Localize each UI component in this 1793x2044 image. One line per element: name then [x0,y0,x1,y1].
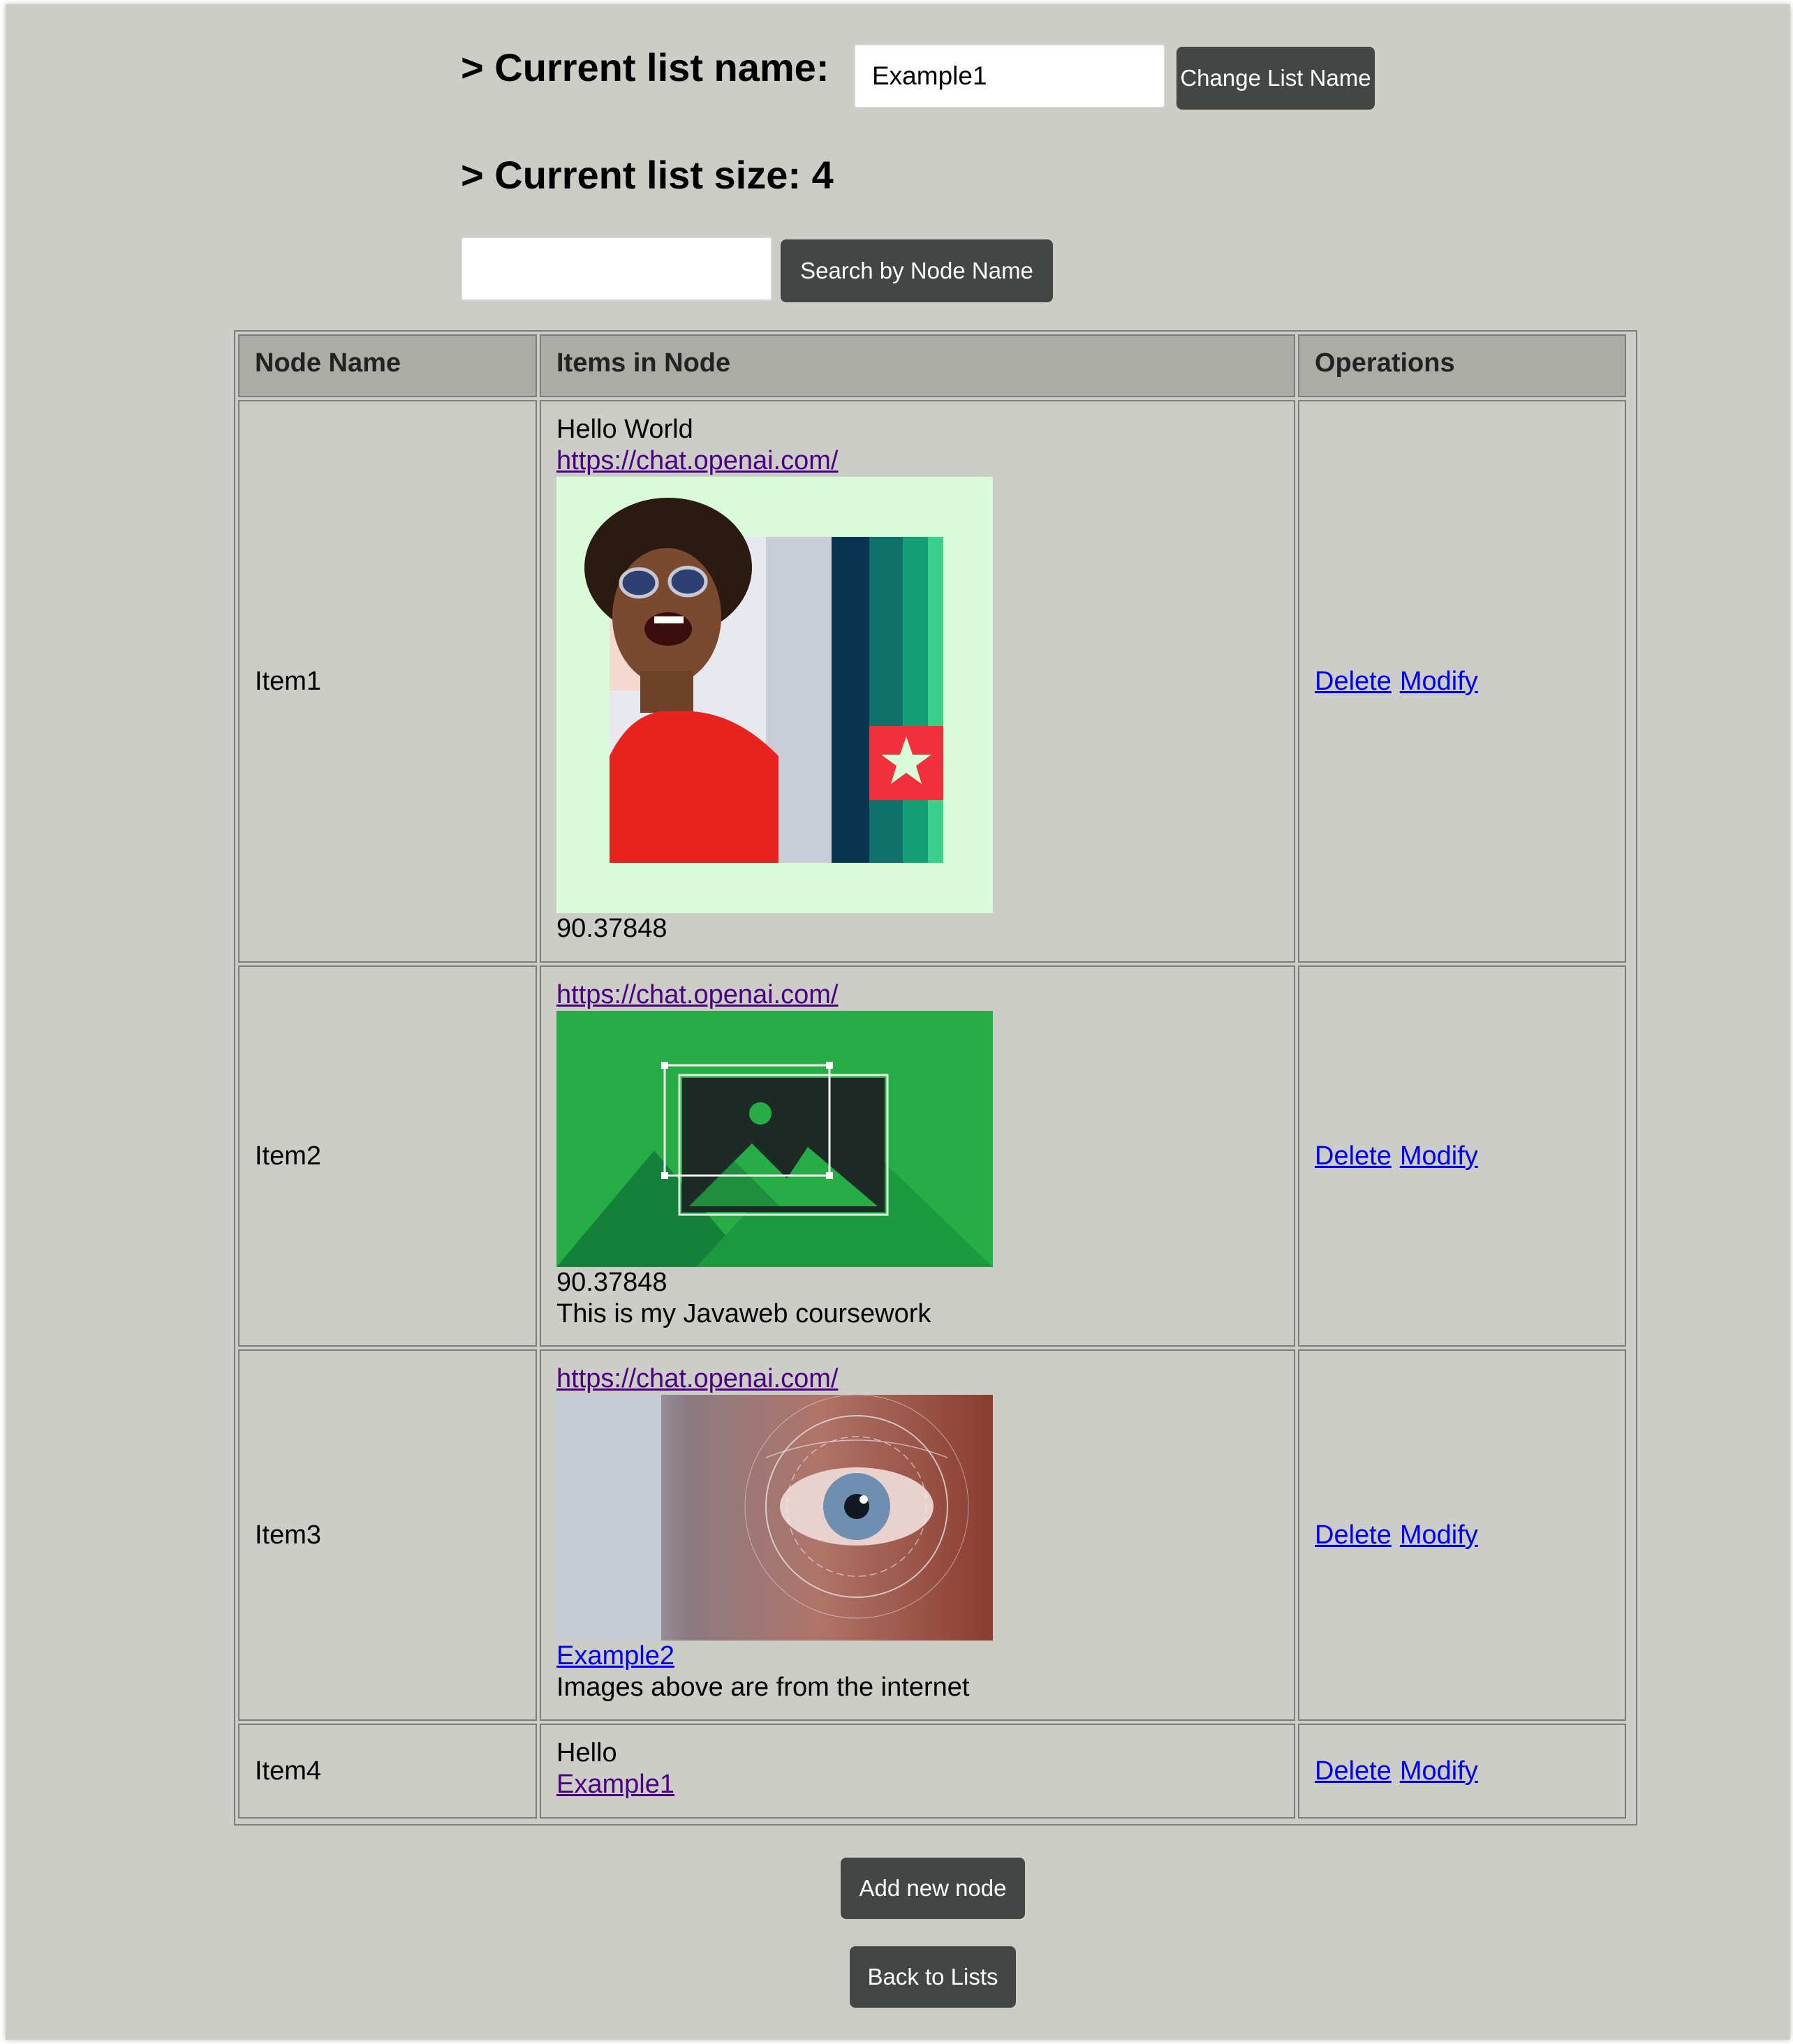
delete-link[interactable]: Delete [1315,1141,1392,1171]
add-new-node-button[interactable]: Add new node [841,1858,1025,1919]
item-link[interactable]: https://chat.openai.com/ [556,979,1294,1011]
item-text: This is my Javaweb coursework [556,1299,931,1328]
node-table: Node Name Items in Node Operations Item1… [234,330,1637,1825]
item-link[interactable]: Example2 [556,1641,1294,1672]
column-header-node-name: Node Name [238,334,537,397]
column-header-items: Items in Node [540,334,1295,397]
table-row-node-name: Item1 [238,400,537,963]
portrait-banner-image [556,477,993,913]
item-text: Hello World [556,415,693,444]
table-row-items: Hello Example1 [540,1724,1295,1819]
table-row-operations: Delete Modify [1298,1349,1626,1721]
delete-link[interactable]: Delete [1315,1756,1392,1786]
delete-link[interactable]: Delete [1315,667,1392,697]
table-row-node-name: Item4 [238,1724,537,1819]
list-size-label: > Current list size: 4 [461,153,834,197]
item-text: 90.37848 [556,914,667,943]
search-by-node-name-button[interactable]: Search by Node Name [781,239,1053,302]
table-row-operations: Delete Modify [1298,1724,1626,1819]
back-to-lists-button[interactable]: Back to Lists [850,1946,1016,2008]
item-link[interactable]: https://chat.openai.com/ [556,445,1294,477]
modify-link[interactable]: Modify [1400,1141,1478,1171]
table-row-items: Hello World https://chat.openai.com/ 90.… [540,400,1295,963]
page: > Current list name: Change List Name > … [6,4,1790,2040]
modify-link[interactable]: Modify [1400,1520,1478,1550]
eye-scan-image [556,1395,993,1641]
item-link[interactable]: https://chat.openai.com/ [556,1363,1294,1395]
table-row-items: https://chat.openai.com/ 90.37848 This i… [540,965,1295,1347]
item-text: Hello [556,1738,617,1768]
table-row-items: https://chat.openai.com/ Example2 Images… [540,1349,1295,1721]
table-row-node-name: Item2 [238,965,537,1347]
image-placeholder-icon [556,1011,993,1267]
table-row-operations: Delete Modify [1298,400,1626,963]
table-row-node-name: Item3 [238,1349,537,1721]
list-name-input[interactable] [854,44,1165,108]
modify-link[interactable]: Modify [1400,1756,1478,1786]
list-name-label: > Current list name: [461,45,829,89]
change-list-name-button[interactable]: Change List Name [1176,47,1375,110]
item-text: 90.37848 [556,1268,667,1297]
modify-link[interactable]: Modify [1400,667,1478,697]
search-input[interactable] [461,237,772,301]
table-row-operations: Delete Modify [1298,965,1626,1347]
item-link[interactable]: Example1 [556,1769,1294,1800]
item-text: Images above are from the internet [556,1673,970,1702]
delete-link[interactable]: Delete [1315,1520,1392,1550]
column-header-operations: Operations [1298,334,1626,397]
